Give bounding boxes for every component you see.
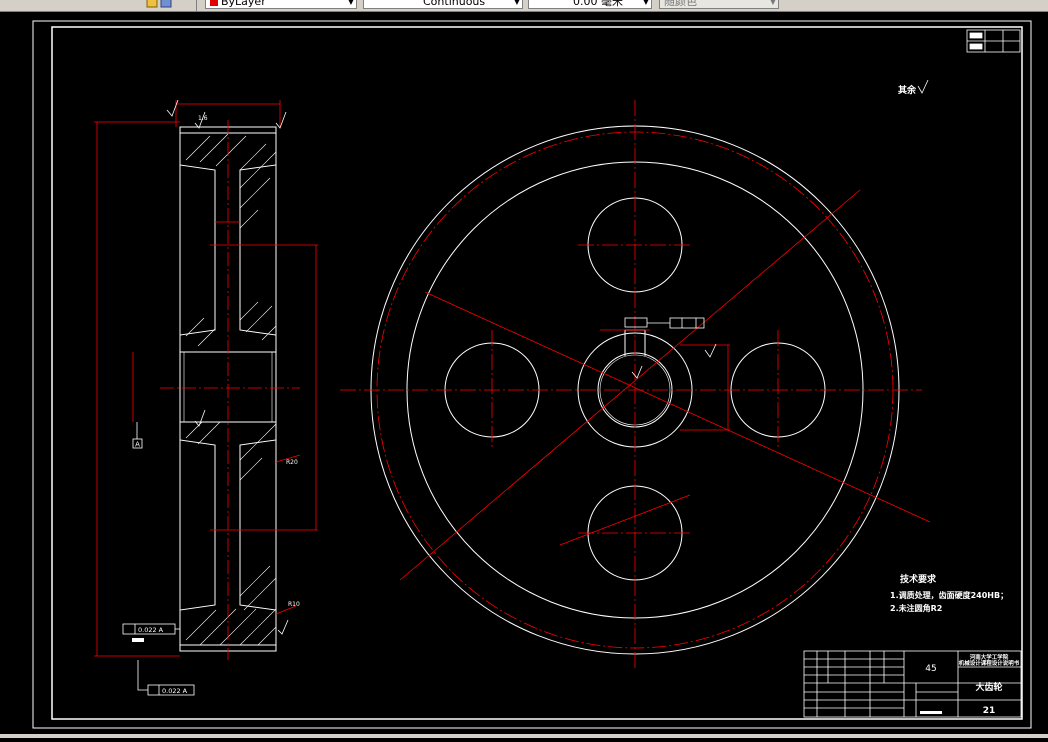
title-school-line-2: 机械设计课程设计说明书 bbox=[958, 659, 1020, 667]
linetype-combo[interactable]: Continuous ▼ bbox=[363, 0, 523, 9]
roughness-general-label: 其余 bbox=[898, 84, 917, 96]
chevron-down-icon: ▼ bbox=[769, 0, 776, 6]
roughness-value-label: 1.6 bbox=[198, 115, 208, 122]
toolbar-separator bbox=[196, 0, 197, 11]
general-roughness-icon bbox=[917, 79, 929, 94]
tolerance-frame-2: 0.022 A bbox=[137, 660, 195, 696]
tech-requirement-1: 1.调质处理，齿面硬度240HB； bbox=[890, 590, 1008, 601]
chevron-down-icon[interactable]: ▼ bbox=[348, 0, 354, 8]
layer-previous-icon[interactable] bbox=[160, 0, 172, 9]
inner-frame bbox=[51, 26, 1023, 720]
plotstyle-combo-value: 随颜色 bbox=[664, 0, 697, 8]
drawing-canvas[interactable]: A 0.022 A 0.022 A R20 R10 1.6 其余 技术要求 1.… bbox=[0, 12, 1048, 738]
section-view: A 0.022 A 0.022 A R20 R10 1.6 bbox=[94, 99, 318, 696]
roughness-symbols bbox=[166, 99, 289, 635]
tech-requirements-title: 技术要求 bbox=[900, 573, 937, 585]
title-scale-mark bbox=[920, 711, 942, 714]
tolerance-leader-block bbox=[132, 638, 144, 642]
linetype-combo-value: Continuous bbox=[423, 0, 486, 8]
title-school-line-1: 河南大学工学院 bbox=[970, 653, 1009, 661]
drawing-code-box bbox=[966, 29, 1021, 53]
color-combo[interactable]: ByLayer ▼ bbox=[205, 0, 357, 9]
lineweight-combo[interactable]: 0.00 毫米 ▼ bbox=[528, 0, 652, 9]
plotstyle-combo: 随颜色 ▼ bbox=[659, 0, 779, 9]
color-combo-value: ByLayer bbox=[221, 0, 266, 8]
tolerance-2-text: 0.022 A bbox=[162, 687, 188, 695]
title-part-name: 大齿轮 bbox=[975, 681, 1002, 693]
datum-a-label: A bbox=[135, 441, 140, 449]
color-swatch bbox=[210, 0, 218, 6]
title-sheet-number: 21 bbox=[983, 706, 996, 716]
fillet-r20-label: R20 bbox=[286, 459, 298, 466]
properties-toolbar: ByLayer ▼ Continuous ▼ 0.00 毫米 ▼ 随颜色 ▼ bbox=[0, 0, 1048, 12]
tolerance-1-text: 0.022 A bbox=[138, 626, 164, 634]
fillet-r10-label: R10 bbox=[288, 601, 300, 608]
lower-hatch bbox=[185, 421, 277, 646]
lineweight-combo-value: 0.00 毫米 bbox=[573, 0, 623, 8]
front-view bbox=[340, 100, 931, 668]
keyway-tolerance bbox=[624, 317, 705, 329]
upper-hatch bbox=[185, 133, 277, 347]
status-bar bbox=[0, 734, 1048, 738]
layer-states-icon[interactable] bbox=[146, 0, 158, 9]
chevron-down-icon[interactable]: ▼ bbox=[643, 0, 649, 8]
drawing-svg[interactable]: A 0.022 A 0.022 A R20 R10 1.6 其余 技术要求 1.… bbox=[0, 12, 1048, 738]
title-material: 45 bbox=[925, 664, 936, 674]
section-dimensions bbox=[94, 100, 318, 657]
tech-requirement-2: 2.未注圆角R2 bbox=[890, 603, 942, 613]
chevron-down-icon[interactable]: ▼ bbox=[514, 0, 520, 8]
keyway-roughness-icon bbox=[704, 343, 717, 358]
tolerance-frame-1: 0.022 A bbox=[122, 623, 180, 635]
